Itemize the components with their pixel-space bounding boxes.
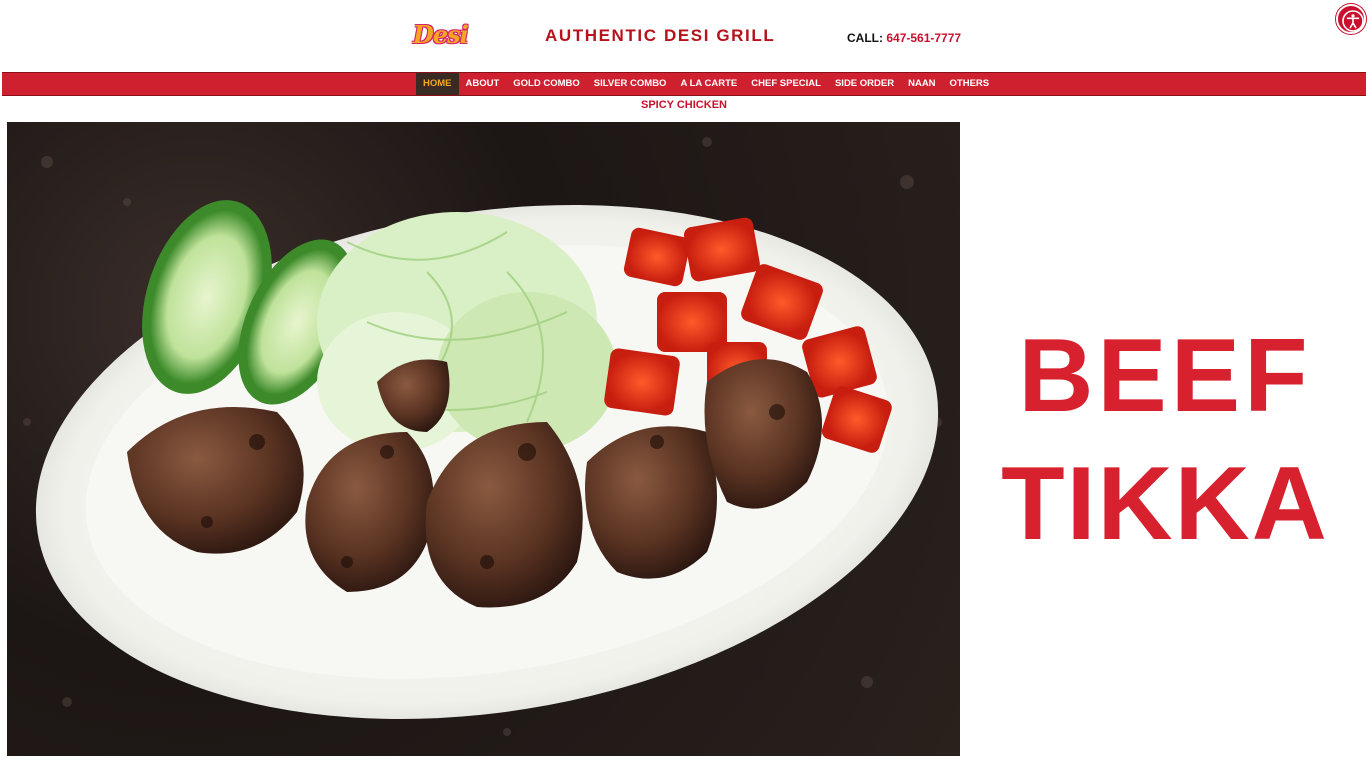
nav-item-naan[interactable]: NAAN (901, 73, 942, 95)
phone-link[interactable]: 647-561-7777 (886, 31, 961, 45)
call-info: CALL: 647-561-7777 (847, 31, 961, 45)
nav-item-chef-special[interactable]: CHEF SPECIAL (744, 73, 828, 95)
accessibility-button[interactable] (1336, 4, 1366, 34)
nav-item-a-la-carte[interactable]: A LA CARTE (673, 73, 744, 95)
beef-tikka-photo (7, 122, 960, 756)
nav-item-others[interactable]: OTHERS (943, 73, 997, 95)
site-header: Desi AUTHENTIC DESI GRILL CALL: 647-561-… (0, 0, 1368, 72)
nav-item-silver-combo[interactable]: SILVER COMBO (587, 73, 674, 95)
dish-title-line2: TIKKA (1001, 446, 1329, 562)
dish-title: BEEF TIKKA (965, 312, 1365, 568)
desi-logo[interactable]: Desi (413, 20, 469, 50)
call-label: CALL: (847, 31, 883, 45)
nav-item-about[interactable]: ABOUT (459, 73, 507, 95)
nav-item-home[interactable]: HOME (416, 73, 459, 95)
site-title: AUTHENTIC DESI GRILL (545, 26, 776, 45)
nav-items: HOME ABOUT GOLD COMBO SILVER COMBO A LA … (416, 73, 996, 95)
main-navigation: HOME ABOUT GOLD COMBO SILVER COMBO A LA … (2, 72, 1366, 96)
submenu-spicy-chicken[interactable]: SPICY CHICKEN (0, 99, 1368, 111)
accessibility-icon (1342, 10, 1364, 32)
nav-item-gold-combo[interactable]: GOLD COMBO (506, 73, 587, 95)
dish-title-line1: BEEF (1018, 318, 1312, 434)
logo-text: Desi (413, 20, 469, 49)
nav-item-side-order[interactable]: SIDE ORDER (828, 73, 901, 95)
